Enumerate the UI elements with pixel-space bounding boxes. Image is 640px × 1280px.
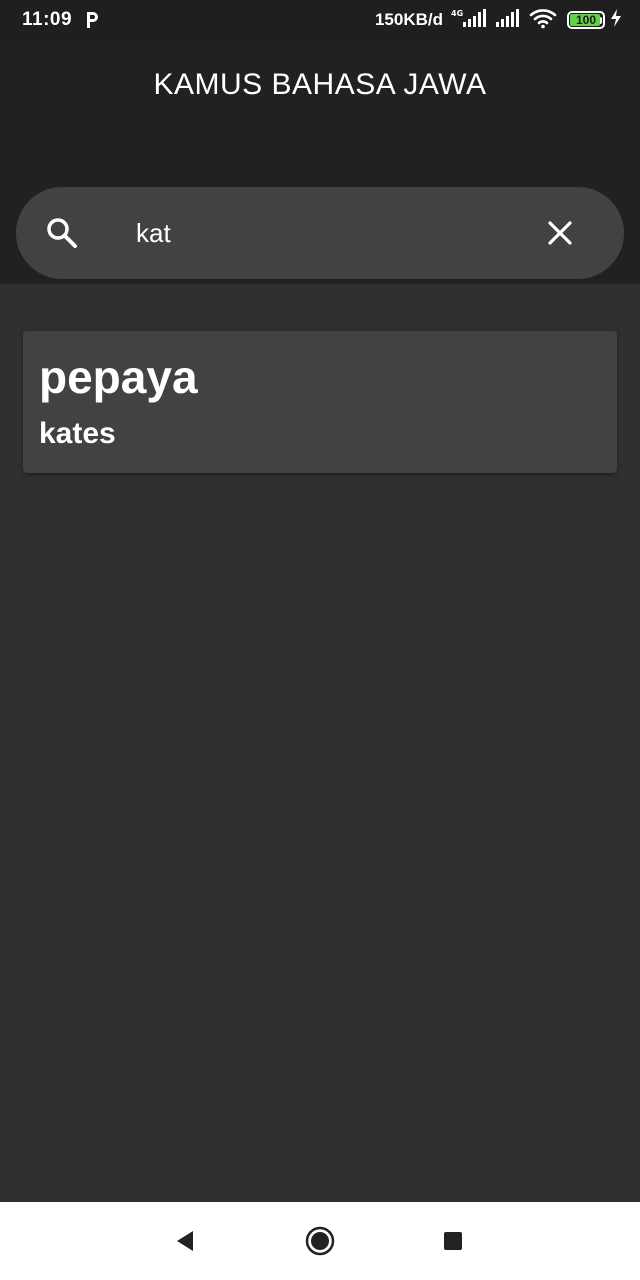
result-word: pepaya [39, 351, 198, 403]
list-item[interactable]: pepaya kates [23, 331, 617, 473]
battery-level: 100 [575, 13, 597, 27]
network-speed: 150KB/d [374, 10, 443, 29]
home-button[interactable] [303, 1224, 337, 1258]
search-icon [44, 215, 80, 251]
status-bar: 11:09 150KB/d 4G 100 [0, 0, 640, 40]
status-time: 11:09 [22, 9, 73, 30]
close-icon [548, 221, 572, 245]
signal-icon [495, 8, 521, 33]
home-circle-icon [305, 1226, 335, 1256]
results-list: pepaya kates [0, 284, 640, 1202]
battery-indicator: 100 [567, 11, 605, 29]
clear-search-button[interactable] [536, 209, 584, 257]
app-title: KAMUS BAHASA JAWA [153, 68, 487, 101]
signal-4g-icon: 4G [451, 8, 487, 33]
back-triangle-icon [177, 1231, 193, 1251]
parking-app-icon [84, 11, 100, 29]
back-button[interactable] [168, 1224, 202, 1258]
charging-icon [610, 8, 622, 32]
svg-text:4G: 4G [451, 9, 463, 18]
search-bar[interactable] [16, 187, 624, 279]
result-translation: kates [39, 417, 116, 450]
recents-button[interactable] [436, 1224, 470, 1258]
app-bar: KAMUS BAHASA JAWA [0, 40, 640, 284]
search-input[interactable] [134, 209, 514, 257]
navigation-bar [0, 1202, 640, 1280]
wifi-icon [529, 7, 559, 34]
recents-square-icon [444, 1232, 462, 1250]
status-indicators: 150KB/d 4G 100 [375, 7, 622, 34]
battery-icon: 100 [567, 11, 605, 29]
